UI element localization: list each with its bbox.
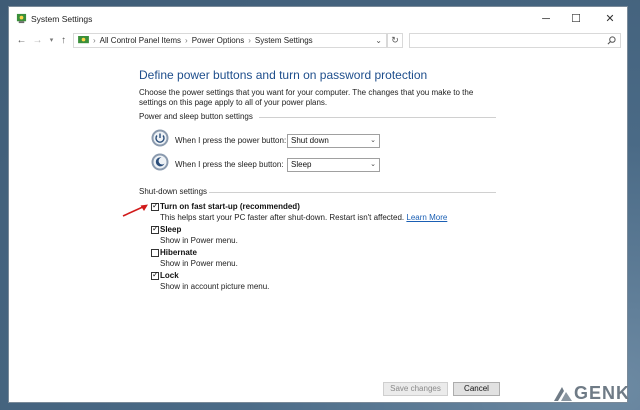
sleep-option-title: Sleep [160,225,182,234]
group-divider [209,192,496,193]
title-bar: System Settings ─ ☐ ✕ [9,7,627,30]
refresh-icon[interactable]: ↻ [387,33,403,48]
maximize-button[interactable]: ☐ [561,7,591,30]
group-divider [259,117,496,118]
system-settings-window: System Settings ─ ☐ ✕ ← → ▾ ↑ › All Cont… [8,6,628,403]
breadcrumb-all-control-panel-items[interactable]: All Control Panel Items [100,36,181,45]
hibernate-option-description: Show in Power menu. [160,259,238,268]
search-input[interactable] [409,33,621,48]
fast-startup-description: This helps start your PC faster after sh… [160,213,447,222]
red-arrow-annotation [122,204,148,217]
address-toolbar: ← → ▾ ↑ › All Control Panel Items › Powe… [9,30,627,52]
power-button-icon [151,129,169,147]
page-intro: Choose the power settings that you want … [139,88,474,107]
hibernate-checkbox[interactable] [151,249,159,257]
control-panel-icon [78,36,89,44]
chevron-down-icon: ⌄ [370,137,376,144]
checkmark-icon: ✓ [152,201,159,210]
search-icon [607,36,616,45]
genk-logo-icon [553,386,572,401]
lock-checkbox[interactable]: ✓ [151,270,159,280]
save-changes-button[interactable]: Save changes [383,382,448,396]
hibernate-option-title: Hibernate [160,248,197,257]
breadcrumb-separator: › [93,36,96,45]
sleep-checkbox[interactable]: ✓ [151,224,159,234]
breadcrumb-separator: › [248,36,251,45]
power-button-select[interactable]: Shut down ⌄ [287,134,380,148]
sleep-button-label: When I press the sleep button: [175,160,284,169]
power-sleep-group-label: Power and sleep button settings [139,112,253,121]
power-button-label: When I press the power button: [175,136,287,145]
shutdown-group-label: Shut-down settings [139,187,208,196]
minimize-button[interactable]: ─ [531,7,561,30]
breadcrumb-separator: › [185,36,188,45]
sleep-option-description: Show in Power menu. [160,236,238,245]
cancel-button[interactable]: Cancel [453,382,500,396]
sleep-button-icon [151,153,169,171]
forward-arrow-icon[interactable]: → [31,34,44,47]
up-arrow-icon[interactable]: ↑ [57,34,70,47]
genk-watermark: GENK [552,383,630,404]
back-arrow-icon[interactable]: ← [15,34,28,47]
chevron-down-icon: ⌄ [370,161,376,168]
checkmark-icon: ✓ [152,270,159,279]
control-panel-icon [16,13,27,24]
breadcrumb-power-options[interactable]: Power Options [192,36,244,45]
fast-startup-title: Turn on fast start-up (recommended) [160,202,300,211]
checkmark-icon: ✓ [152,224,159,233]
lock-option-title: Lock [160,271,179,280]
fast-startup-checkbox[interactable]: ✓ [151,201,159,211]
fast-startup-desc-text: This helps start your PC faster after sh… [160,213,405,222]
breadcrumb-system-settings[interactable]: System Settings [255,36,313,45]
sleep-button-selected-value: Sleep [291,160,312,169]
main-content: Define power buttons and turn on passwor… [9,52,627,402]
watermark-text: GENK [573,383,630,403]
page-title: Define power buttons and turn on passwor… [139,68,428,82]
close-button[interactable]: ✕ [595,7,625,30]
window-title: System Settings [31,14,93,24]
address-dropdown-icon[interactable]: ⌄ [375,36,382,45]
lock-option-description: Show in account picture menu. [160,282,270,291]
sleep-button-select[interactable]: Sleep ⌄ [287,158,380,172]
power-button-selected-value: Shut down [291,136,329,145]
learn-more-link[interactable]: Learn More [406,213,447,222]
address-field[interactable]: › All Control Panel Items › Power Option… [73,33,387,48]
